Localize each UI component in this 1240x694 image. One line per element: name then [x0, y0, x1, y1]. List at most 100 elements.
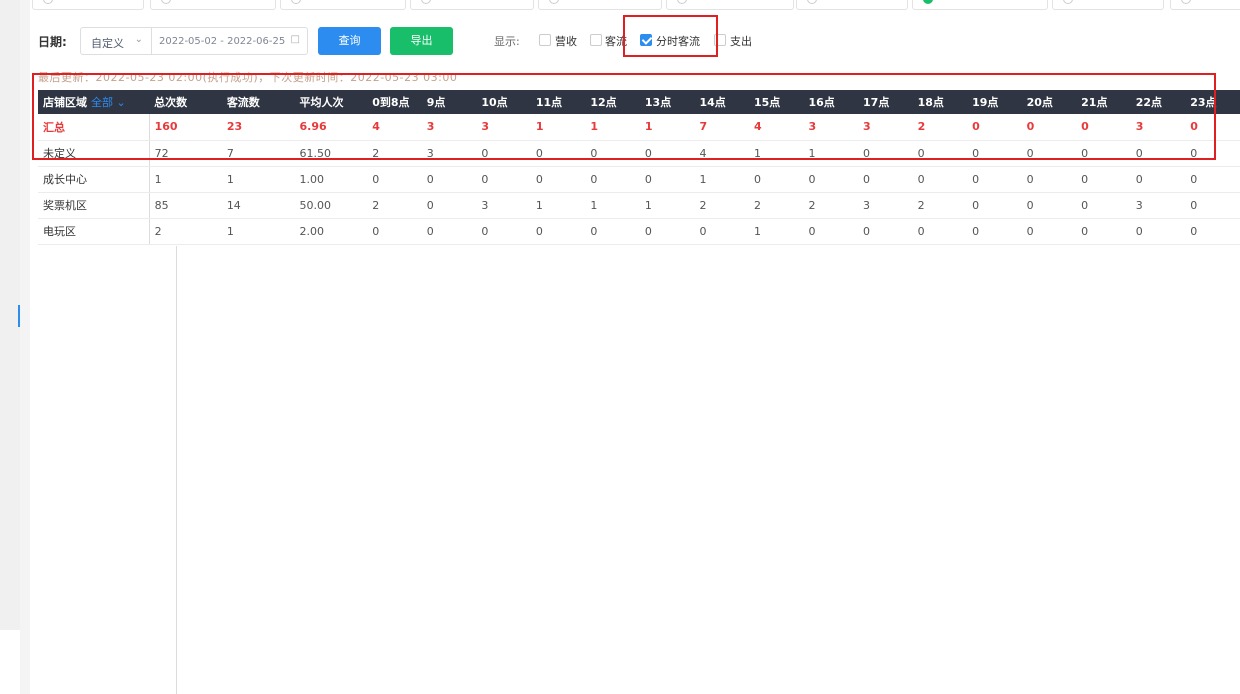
highlight-box-hourly-traffic [623, 15, 718, 57]
table-column-divider [176, 246, 177, 694]
display-label: 显示: [494, 35, 520, 48]
report-tab[interactable] [32, 0, 144, 10]
value-cell: 1 [221, 218, 295, 245]
value-cell: 1 [530, 192, 586, 219]
value-cell: 0 [967, 218, 1022, 245]
value-cell: 0 [1130, 166, 1186, 193]
value-cell: 0 [1076, 192, 1131, 219]
range-type-value: 自定义 [91, 37, 124, 50]
value-cell: 2 [748, 192, 804, 219]
value-cell: 2.00 [294, 218, 368, 245]
export-button[interactable]: 导出 [390, 27, 453, 55]
tab-radio-icon [923, 0, 933, 4]
value-cell: 2 [367, 192, 422, 219]
value-cell: 0 [1076, 218, 1131, 245]
table-row: 奖票机区 85 14 50.00 2 0 3 1 1 1 2 2 2 3 2 0 0 0 3 0 [38, 192, 1240, 219]
value-cell: 0 [1130, 218, 1186, 245]
date-label: 日期: [38, 35, 67, 49]
value-cell: 0 [1185, 192, 1240, 219]
value-cell: 0 [1185, 218, 1240, 245]
value-cell: 0 [1021, 192, 1077, 219]
value-cell: 1 [221, 166, 295, 193]
tab-radio-icon [1181, 0, 1191, 4]
tab-radio-icon [421, 0, 431, 4]
date-range-value: 2022-05-02 - 2022-06-25 [159, 36, 286, 47]
report-tab[interactable] [1052, 0, 1164, 10]
value-cell: 1 [585, 192, 640, 219]
value-cell: 0 [1021, 218, 1077, 245]
value-cell: 0 [367, 218, 422, 245]
value-cell: 0 [912, 166, 968, 193]
value-cell: 0 [421, 192, 477, 219]
value-cell: 0 [803, 218, 859, 245]
value-cell: 0 [1021, 166, 1077, 193]
value-cell: 0 [967, 192, 1022, 219]
value-cell: 1 [748, 218, 804, 245]
report-tab[interactable] [538, 0, 662, 10]
tab-radio-icon [291, 0, 301, 4]
area-name-cell: 电玩区 [38, 218, 150, 245]
value-cell: 1 [694, 166, 749, 193]
report-tab-active[interactable] [912, 0, 1048, 10]
value-cell: 0 [585, 166, 640, 193]
tab-radio-icon [161, 0, 171, 4]
value-cell: 0 [803, 166, 859, 193]
tab-radio-icon [549, 0, 559, 4]
value-cell: 0 [639, 166, 695, 193]
table-row: 电玩区 2 1 2.00 0 0 0 0 0 0 0 1 0 0 0 0 0 0 0 0 [38, 218, 1240, 245]
chevron-down-icon: ⌄ [134, 34, 143, 45]
table-row: 成长中心 1 1 1.00 0 0 0 0 0 0 1 0 0 0 0 0 0 0 0 0 [38, 166, 1240, 193]
tab-radio-icon [43, 0, 53, 4]
value-cell: 85 [149, 192, 222, 219]
report-tab[interactable] [1170, 0, 1240, 10]
revenue-checkbox-label[interactable]: 营收 [555, 33, 577, 49]
value-cell: 0 [912, 218, 968, 245]
expense-checkbox-label[interactable]: 支出 [730, 33, 752, 49]
value-cell: 0 [421, 218, 477, 245]
value-cell: 50.00 [294, 192, 368, 219]
value-cell: 0 [967, 166, 1022, 193]
value-cell: 0 [530, 218, 586, 245]
value-cell: 1 [149, 166, 222, 193]
value-cell: 0 [858, 218, 913, 245]
report-tab[interactable] [280, 0, 406, 10]
calendar-icon: □ [290, 34, 300, 45]
area-name-cell: 奖票机区 [38, 192, 150, 219]
left-sidebar-edge [0, 0, 20, 694]
report-tabs [30, 0, 1240, 12]
report-tab[interactable] [150, 0, 276, 10]
value-cell: 0 [421, 166, 477, 193]
query-button[interactable]: 查询 [318, 27, 381, 55]
highlight-box-table [32, 73, 1216, 160]
value-cell: 14 [221, 192, 295, 219]
value-cell: 2 [694, 192, 749, 219]
value-cell: 0 [367, 166, 422, 193]
tab-radio-icon [1063, 0, 1073, 4]
range-type-select[interactable]: 自定义 ⌄ [80, 27, 152, 55]
value-cell: 0 [639, 218, 695, 245]
report-tab[interactable] [666, 0, 794, 10]
value-cell: 3 [476, 192, 531, 219]
value-cell: 3 [1130, 192, 1186, 219]
area-name-cell: 成长中心 [38, 166, 150, 193]
tab-radio-icon [677, 0, 687, 4]
value-cell: 1.00 [294, 166, 368, 193]
traffic-checkbox[interactable] [590, 34, 602, 46]
value-cell: 0 [858, 166, 913, 193]
report-tab[interactable] [796, 0, 908, 10]
value-cell: 0 [1185, 166, 1240, 193]
value-cell: 0 [530, 166, 586, 193]
value-cell: 3 [858, 192, 913, 219]
report-tab[interactable] [410, 0, 534, 10]
sidebar-background [0, 0, 20, 630]
value-cell: 1 [639, 192, 695, 219]
value-cell: 0 [476, 166, 531, 193]
value-cell: 0 [476, 218, 531, 245]
revenue-checkbox[interactable] [539, 34, 551, 46]
value-cell: 0 [1076, 166, 1131, 193]
sidebar-active-marker [18, 305, 20, 327]
value-cell: 2 [803, 192, 859, 219]
value-cell: 2 [912, 192, 968, 219]
value-cell: 0 [585, 218, 640, 245]
date-range-input[interactable]: 2022-05-02 - 2022-06-25 □ [151, 27, 308, 55]
